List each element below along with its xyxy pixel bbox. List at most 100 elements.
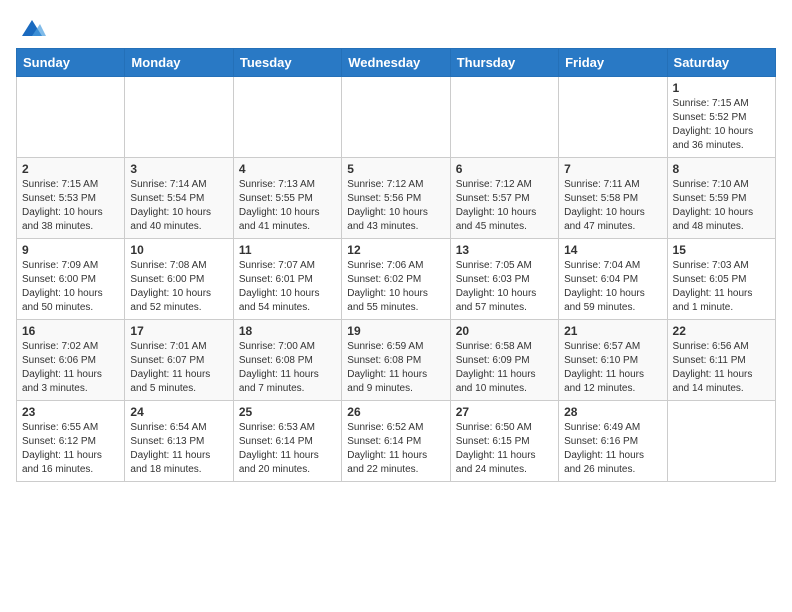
day-number: 1: [673, 81, 770, 95]
day-number: 12: [347, 243, 444, 257]
day-number: 13: [456, 243, 553, 257]
day-number: 11: [239, 243, 336, 257]
calendar-day-cell: [125, 77, 233, 158]
day-number: 8: [673, 162, 770, 176]
day-info: Sunrise: 6:49 AM Sunset: 6:16 PM Dayligh…: [564, 421, 661, 477]
day-info: Sunrise: 7:15 AM Sunset: 5:53 PM Dayligh…: [22, 178, 119, 234]
day-number: 25: [239, 405, 336, 419]
calendar-table: SundayMondayTuesdayWednesdayThursdayFrid…: [16, 48, 776, 482]
day-info: Sunrise: 7:01 AM Sunset: 6:07 PM Dayligh…: [130, 340, 227, 396]
day-of-week-header: Thursday: [450, 49, 558, 77]
calendar-day-cell: 28 Sunrise: 6:49 AM Sunset: 6:16 PM Dayli…: [559, 401, 667, 482]
day-number: 4: [239, 162, 336, 176]
day-info: Sunrise: 7:05 AM Sunset: 6:03 PM Dayligh…: [456, 259, 553, 315]
day-number: 19: [347, 324, 444, 338]
day-info: Sunrise: 7:13 AM Sunset: 5:55 PM Dayligh…: [239, 178, 336, 234]
calendar-day-cell: 25 Sunrise: 6:53 AM Sunset: 6:14 PM Dayli…: [233, 401, 341, 482]
day-number: 14: [564, 243, 661, 257]
logo: [16, 16, 46, 36]
day-number: 7: [564, 162, 661, 176]
calendar-week-row: 16 Sunrise: 7:02 AM Sunset: 6:06 PM Dayli…: [17, 320, 776, 401]
calendar-day-cell: 11 Sunrise: 7:07 AM Sunset: 6:01 PM Dayli…: [233, 239, 341, 320]
day-info: Sunrise: 7:07 AM Sunset: 6:01 PM Dayligh…: [239, 259, 336, 315]
calendar-day-cell: 24 Sunrise: 6:54 AM Sunset: 6:13 PM Dayli…: [125, 401, 233, 482]
calendar-day-cell: 27Sunrise: 6:50 AM Sunset: 6:15 PM Dayli…: [450, 401, 558, 482]
day-number: 28: [564, 405, 661, 419]
calendar-day-cell: 18Sunrise: 7:00 AM Sunset: 6:08 PM Dayli…: [233, 320, 341, 401]
calendar-day-cell: 12 Sunrise: 7:06 AM Sunset: 6:02 PM Dayli…: [342, 239, 450, 320]
day-number: 16: [22, 324, 119, 338]
day-number: 24: [130, 405, 227, 419]
day-info: Sunrise: 6:52 AM Sunset: 6:14 PM Dayligh…: [347, 421, 444, 477]
calendar-day-cell: [233, 77, 341, 158]
day-info: Sunrise: 6:53 AM Sunset: 6:14 PM Dayligh…: [239, 421, 336, 477]
calendar-day-cell: 22 Sunrise: 6:56 AM Sunset: 6:11 PM Dayli…: [667, 320, 775, 401]
day-info: Sunrise: 6:58 AM Sunset: 6:09 PM Dayligh…: [456, 340, 553, 396]
calendar-day-cell: 3 Sunrise: 7:14 AM Sunset: 5:54 PM Daylig…: [125, 158, 233, 239]
logo-icon: [18, 16, 46, 40]
day-info: Sunrise: 7:11 AM Sunset: 5:58 PM Dayligh…: [564, 178, 661, 234]
calendar-day-cell: 8 Sunrise: 7:10 AM Sunset: 5:59 PM Daylig…: [667, 158, 775, 239]
calendar-day-cell: 10Sunrise: 7:08 AM Sunset: 6:00 PM Dayli…: [125, 239, 233, 320]
calendar-day-cell: 21 Sunrise: 6:57 AM Sunset: 6:10 PM Dayli…: [559, 320, 667, 401]
calendar-week-row: 1 Sunrise: 7:15 AM Sunset: 5:52 PM Daylig…: [17, 77, 776, 158]
calendar-header-row: SundayMondayTuesdayWednesdayThursdayFrid…: [17, 49, 776, 77]
day-of-week-header: Friday: [559, 49, 667, 77]
page-header: [16, 16, 776, 36]
day-info: Sunrise: 6:55 AM Sunset: 6:12 PM Dayligh…: [22, 421, 119, 477]
day-number: 5: [347, 162, 444, 176]
day-number: 17: [130, 324, 227, 338]
day-info: Sunrise: 7:09 AM Sunset: 6:00 PM Dayligh…: [22, 259, 119, 315]
day-info: Sunrise: 7:12 AM Sunset: 5:57 PM Dayligh…: [456, 178, 553, 234]
calendar-day-cell: 14 Sunrise: 7:04 AM Sunset: 6:04 PM Dayli…: [559, 239, 667, 320]
day-info: Sunrise: 6:56 AM Sunset: 6:11 PM Dayligh…: [673, 340, 770, 396]
calendar-day-cell: [17, 77, 125, 158]
day-of-week-header: Tuesday: [233, 49, 341, 77]
calendar-day-cell: 9Sunrise: 7:09 AM Sunset: 6:00 PM Daylig…: [17, 239, 125, 320]
calendar-day-cell: 4 Sunrise: 7:13 AM Sunset: 5:55 PM Daylig…: [233, 158, 341, 239]
day-of-week-header: Wednesday: [342, 49, 450, 77]
calendar-day-cell: [559, 77, 667, 158]
day-number: 3: [130, 162, 227, 176]
calendar-day-cell: [450, 77, 558, 158]
day-info: Sunrise: 7:14 AM Sunset: 5:54 PM Dayligh…: [130, 178, 227, 234]
day-of-week-header: Saturday: [667, 49, 775, 77]
day-info: Sunrise: 7:00 AM Sunset: 6:08 PM Dayligh…: [239, 340, 336, 396]
calendar-day-cell: 5 Sunrise: 7:12 AM Sunset: 5:56 PM Daylig…: [342, 158, 450, 239]
calendar-day-cell: 6 Sunrise: 7:12 AM Sunset: 5:57 PM Daylig…: [450, 158, 558, 239]
day-info: Sunrise: 7:02 AM Sunset: 6:06 PM Dayligh…: [22, 340, 119, 396]
calendar-week-row: 2 Sunrise: 7:15 AM Sunset: 5:53 PM Daylig…: [17, 158, 776, 239]
calendar-week-row: 9Sunrise: 7:09 AM Sunset: 6:00 PM Daylig…: [17, 239, 776, 320]
calendar-day-cell: 2 Sunrise: 7:15 AM Sunset: 5:53 PM Daylig…: [17, 158, 125, 239]
day-info: Sunrise: 6:54 AM Sunset: 6:13 PM Dayligh…: [130, 421, 227, 477]
day-info: Sunrise: 7:10 AM Sunset: 5:59 PM Dayligh…: [673, 178, 770, 234]
calendar-day-cell: 7 Sunrise: 7:11 AM Sunset: 5:58 PM Daylig…: [559, 158, 667, 239]
day-number: 2: [22, 162, 119, 176]
day-number: 26: [347, 405, 444, 419]
calendar-day-cell: 19 Sunrise: 6:59 AM Sunset: 6:08 PM Dayli…: [342, 320, 450, 401]
day-info: Sunrise: 7:03 AM Sunset: 6:05 PM Dayligh…: [673, 259, 770, 315]
day-of-week-header: Monday: [125, 49, 233, 77]
calendar-week-row: 23 Sunrise: 6:55 AM Sunset: 6:12 PM Dayli…: [17, 401, 776, 482]
day-info: Sunrise: 6:59 AM Sunset: 6:08 PM Dayligh…: [347, 340, 444, 396]
day-info: Sunrise: 7:06 AM Sunset: 6:02 PM Dayligh…: [347, 259, 444, 315]
day-number: 23: [22, 405, 119, 419]
day-info: Sunrise: 7:12 AM Sunset: 5:56 PM Dayligh…: [347, 178, 444, 234]
day-number: 22: [673, 324, 770, 338]
calendar-day-cell: 1 Sunrise: 7:15 AM Sunset: 5:52 PM Daylig…: [667, 77, 775, 158]
calendar-day-cell: [667, 401, 775, 482]
day-number: 6: [456, 162, 553, 176]
day-of-week-header: Sunday: [17, 49, 125, 77]
day-info: Sunrise: 7:04 AM Sunset: 6:04 PM Dayligh…: [564, 259, 661, 315]
calendar-day-cell: 13 Sunrise: 7:05 AM Sunset: 6:03 PM Dayli…: [450, 239, 558, 320]
day-info: Sunrise: 7:15 AM Sunset: 5:52 PM Dayligh…: [673, 97, 770, 153]
calendar-day-cell: 17 Sunrise: 7:01 AM Sunset: 6:07 PM Dayli…: [125, 320, 233, 401]
day-number: 20: [456, 324, 553, 338]
calendar-day-cell: 15Sunrise: 7:03 AM Sunset: 6:05 PM Dayli…: [667, 239, 775, 320]
calendar-day-cell: 20 Sunrise: 6:58 AM Sunset: 6:09 PM Dayli…: [450, 320, 558, 401]
calendar-day-cell: [342, 77, 450, 158]
calendar-day-cell: 16 Sunrise: 7:02 AM Sunset: 6:06 PM Dayli…: [17, 320, 125, 401]
day-info: Sunrise: 6:57 AM Sunset: 6:10 PM Dayligh…: [564, 340, 661, 396]
calendar-day-cell: 23 Sunrise: 6:55 AM Sunset: 6:12 PM Dayli…: [17, 401, 125, 482]
day-number: 21: [564, 324, 661, 338]
